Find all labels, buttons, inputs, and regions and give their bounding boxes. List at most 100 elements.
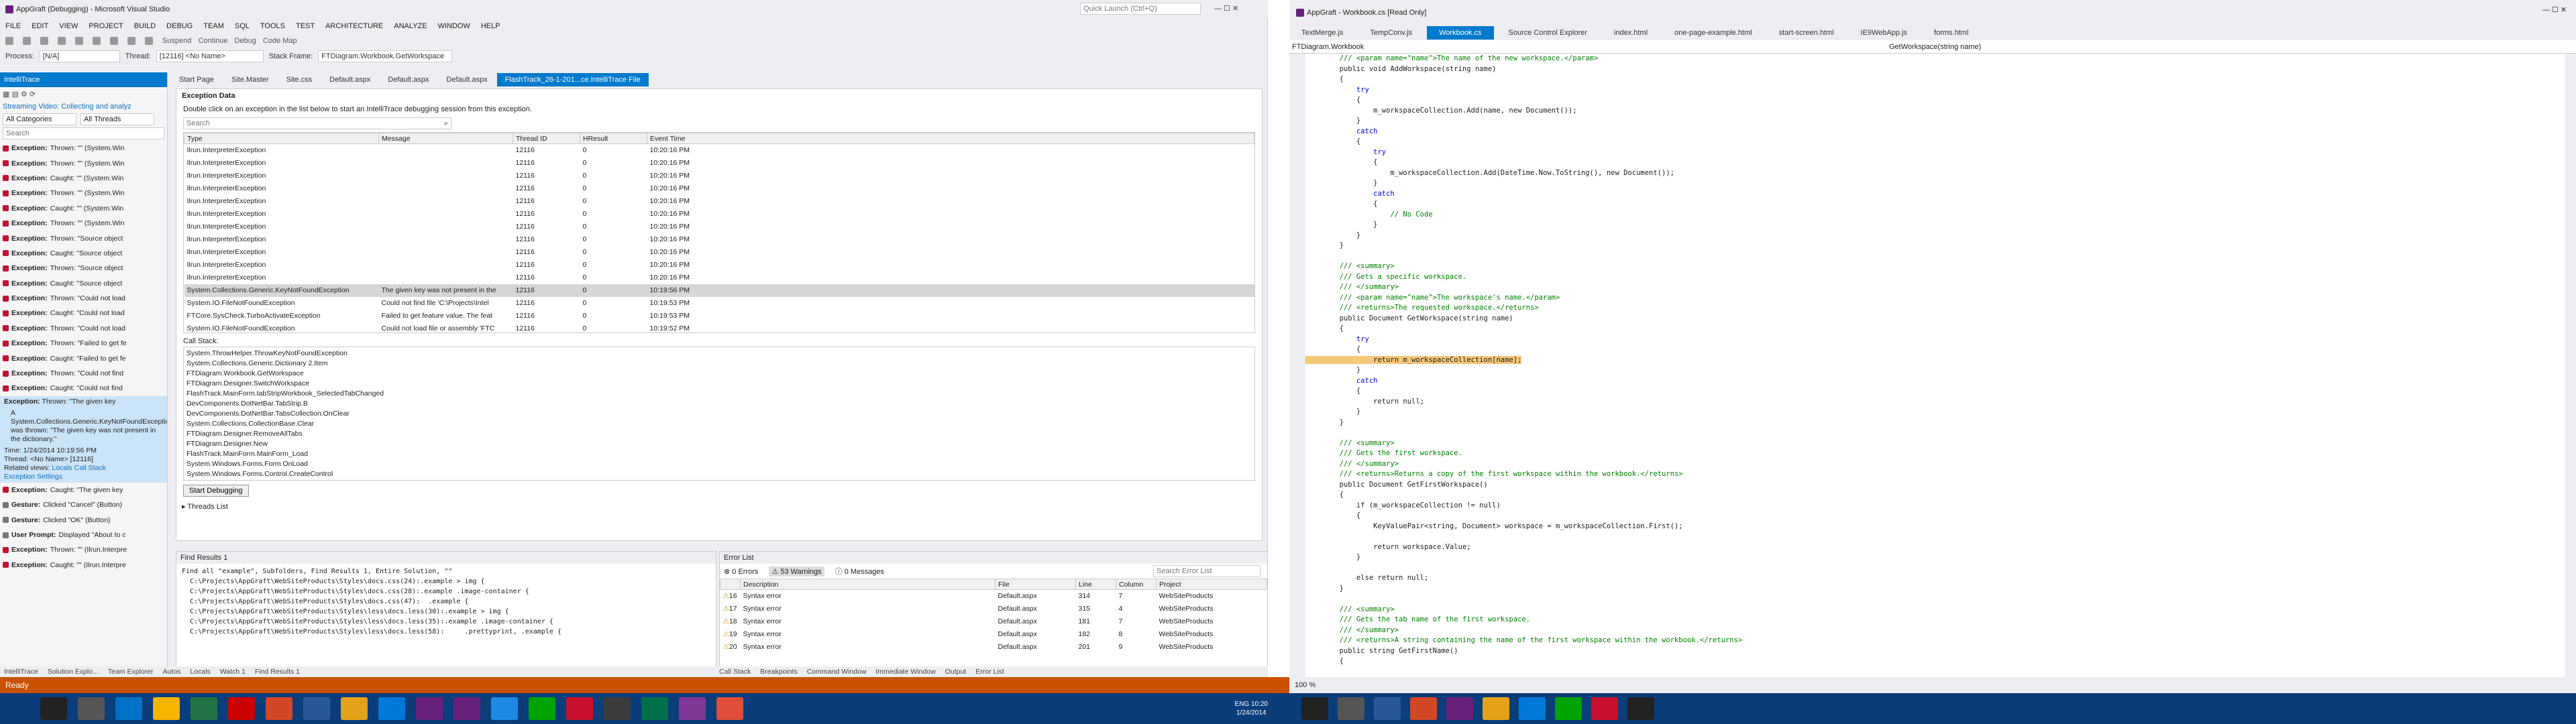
find-result-line[interactable]: C:\Projects\AppGraft\WebSiteProducts\Sty… — [182, 587, 710, 597]
taskbar-app-icon[interactable] — [1338, 697, 1364, 720]
class-nav-combo[interactable]: FTDiagram.Workbook — [1289, 40, 1880, 53]
find-result-line[interactable]: C:\Projects\AppGraft\WebSiteProducts\Sty… — [182, 597, 710, 607]
doc-tab[interactable]: FlashTrack_26-1-201...ce.IntelliTrace Fi… — [496, 73, 649, 86]
menu-tools[interactable]: TOOLS — [260, 22, 285, 30]
column-header[interactable]: Type — [184, 133, 379, 144]
taskbar-app-icon[interactable] — [1446, 697, 1473, 720]
bottom-tab[interactable]: Immediate Window — [875, 668, 935, 676]
window-controls[interactable]: — ☐ ✕ — [2542, 5, 2567, 14]
taskbar-app-icon[interactable] — [191, 697, 217, 720]
editor-tab[interactable]: TempConv.js — [1358, 26, 1424, 40]
intellitrace-search[interactable]: Search — [3, 127, 164, 139]
editor-tab[interactable]: forms.html — [1922, 26, 1980, 40]
table-row[interactable]: Ilrun.InterpreterException 12116 0 10:20:16… — [184, 195, 1254, 208]
doc-tab[interactable]: Site.Master — [223, 73, 277, 86]
table-row[interactable]: FTCore.SysCheck.TurboActivateException Fa… — [184, 310, 1254, 322]
taskbar-app-icon[interactable] — [1627, 697, 1654, 720]
code-editor[interactable]: /// <param name="name">The name of the n… — [1305, 54, 2565, 677]
menu-debug[interactable]: DEBUG — [166, 22, 193, 30]
call-stack-list[interactable]: System.ThrowHelper.ThrowKeyNotFoundExcep… — [183, 347, 1255, 481]
streaming-status[interactable]: Streaming Video: Collecting and analyz — [0, 101, 167, 113]
thread-combo[interactable]: [12116] <No Name> — [156, 50, 264, 62]
list-item[interactable]: Exception: Thrown: "" (System.Win — [0, 141, 167, 156]
list-item[interactable]: Exception: Thrown: "" (System.Win — [0, 216, 167, 231]
column-header[interactable] — [720, 579, 741, 590]
errors-filter[interactable]: ⊗ 0 Errors — [724, 567, 758, 576]
stop-icon[interactable] — [127, 37, 136, 45]
table-row[interactable]: ⚠19 Syntax error Default.aspx 182 8 WebSitePr… — [720, 628, 1267, 641]
bottom-tab[interactable]: Solution Explo... — [48, 668, 99, 676]
taskbar-app-icon[interactable] — [78, 697, 105, 720]
column-header[interactable]: HResult — [580, 133, 647, 144]
bottom-tab[interactable]: Locals — [190, 668, 210, 676]
bottom-tab[interactable]: Autos — [163, 668, 181, 676]
taskbar-app-icon[interactable] — [1519, 697, 1546, 720]
list-item[interactable]: Exception: Thrown: "Source object — [0, 261, 167, 276]
thread-filter[interactable]: All Threads — [80, 113, 154, 125]
list-item[interactable]: Exception: Thrown: "Failed to get fe — [0, 336, 167, 351]
call-stack-frame[interactable]: System.ThrowHelper.ThrowKeyNotFoundExcep… — [186, 349, 1252, 359]
call-stack-link[interactable]: Call Stack — [74, 464, 105, 472]
bottom-tab[interactable]: Error List — [975, 668, 1004, 676]
list-item[interactable]: Exception: Thrown: "Could not load — [0, 321, 167, 336]
call-stack-frame[interactable]: System.Collections.Generic.Dictionary 2.… — [186, 359, 1252, 369]
column-header[interactable]: Thread ID — [513, 133, 580, 144]
column-header[interactable]: File — [995, 579, 1076, 590]
bottom-tab[interactable]: Team Explorer — [108, 668, 154, 676]
doc-tab[interactable]: Default.aspx — [321, 73, 378, 86]
system-tray[interactable]: ENG 10:20 1/24/2014 — [1235, 700, 1268, 717]
menu-help[interactable]: HELP — [481, 22, 500, 30]
error-search[interactable]: Search Error List — [1153, 565, 1260, 577]
list-item[interactable]: Exception: Thrown: "" (Ilrun.Interpre — [0, 542, 167, 557]
toolbar-continue[interactable]: Continue — [198, 37, 227, 45]
table-row[interactable]: Ilrun.InterpreterException 12116 0 10:20:16… — [184, 259, 1254, 272]
toolbar-suspend[interactable]: Suspend — [162, 37, 191, 45]
table-row[interactable]: Ilrun.InterpreterException 12116 0 10:20:16… — [184, 144, 1254, 157]
table-row[interactable]: System.Collections.Generic.KeyNotFoundEx… — [184, 284, 1254, 297]
save-icon[interactable] — [40, 37, 48, 45]
menu-analyze[interactable]: ANALYZE — [394, 22, 427, 30]
list-item[interactable]: Gesture: Clicked "OK" (Button) — [0, 512, 167, 527]
taskbar-app-icon[interactable] — [529, 697, 555, 720]
menu-architecture[interactable]: ARCHITECTURE — [325, 22, 383, 30]
bottom-tab[interactable]: Watch 1 — [220, 668, 246, 676]
find-result-line[interactable]: C:\Projects\AppGraft\WebSiteProducts\Sty… — [182, 577, 710, 587]
column-header[interactable]: Message — [378, 133, 513, 144]
table-row[interactable]: Ilrun.InterpreterException 12116 0 10:20:16… — [184, 221, 1254, 233]
taskbar-app-icon[interactable] — [1410, 697, 1437, 720]
bottom-tab[interactable]: Breakpoints — [760, 668, 797, 676]
call-stack-frame[interactable]: System.Collections.CollectionBase.Clear — [186, 419, 1252, 429]
taskbar-app-icon[interactable] — [679, 697, 706, 720]
taskbar-app-icon[interactable] — [153, 697, 180, 720]
zoom-level[interactable]: 100 % — [1295, 681, 1316, 689]
redo-icon[interactable] — [75, 37, 83, 45]
threads-list-header[interactable]: ▸ Threads List — [176, 501, 1262, 512]
call-stack-frame[interactable]: FTDiagram.Designer.RemoveAllTabs — [186, 429, 1252, 439]
editor-tab[interactable]: IE9WebApp.js — [1849, 26, 1920, 40]
bottom-tab[interactable]: IntelliTrace — [4, 668, 38, 676]
table-row[interactable]: System.IO.FileNotFoundException Could not… — [184, 297, 1254, 310]
quick-launch-input[interactable]: Quick Launch (Ctrl+Q) — [1080, 3, 1201, 15]
table-row[interactable]: Ilrun.InterpreterException 12116 0 10:20:16… — [184, 272, 1254, 284]
exception-settings-link[interactable]: Exception Settings — [4, 473, 163, 481]
exception-search[interactable]: Search ⌕ — [183, 117, 451, 129]
taskbar-app-icon[interactable] — [378, 697, 405, 720]
list-item[interactable]: Exception: Caught: "Source object — [0, 246, 167, 261]
bottom-tab[interactable]: Command Window — [807, 668, 867, 676]
messages-filter[interactable]: ⓘ 0 Messages — [835, 566, 884, 577]
process-combo[interactable]: [N/A] — [39, 50, 120, 62]
find-result-line[interactable]: C:\Projects\AppGraft\WebSiteProducts\Sty… — [182, 607, 710, 617]
list-item[interactable]: User Prompt: Displayed "About to c — [0, 528, 167, 542]
taskbar-app-icon[interactable] — [453, 697, 480, 720]
taskbar-app-icon[interactable] — [1483, 697, 1509, 720]
taskbar-app-icon[interactable] — [1555, 697, 1582, 720]
list-item[interactable]: Exception: Caught: "Failed to get fe — [0, 351, 167, 365]
start-icon[interactable] — [93, 37, 101, 45]
column-header[interactable]: Event Time — [647, 133, 1254, 144]
editor-tab[interactable]: index.html — [1602, 26, 1660, 40]
table-row[interactable]: ⚠18 Syntax error Default.aspx 181 7 WebSitePr… — [720, 615, 1267, 628]
call-stack-frame[interactable]: FTDiagram.Workbook.GetWorkspace — [186, 369, 1252, 379]
column-header[interactable]: Line — [1075, 579, 1116, 590]
bottom-tab[interactable]: Output — [945, 668, 967, 676]
editor-tab[interactable]: Source Control Explorer — [1497, 26, 1599, 40]
